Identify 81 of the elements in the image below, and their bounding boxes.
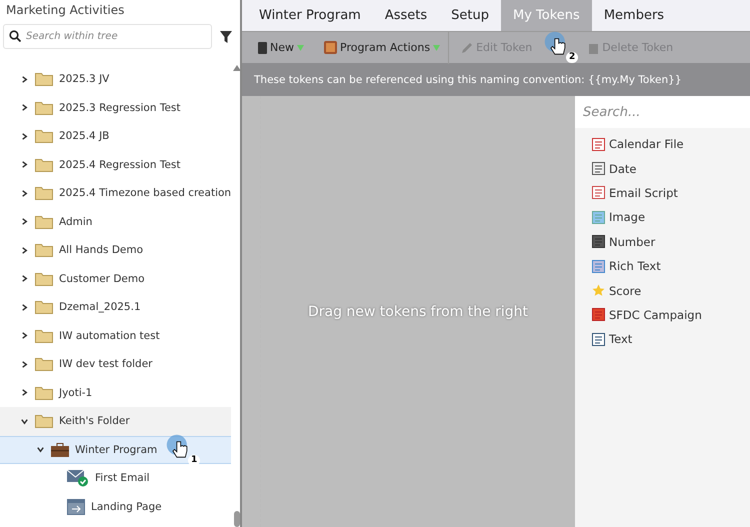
date-token-icon [592, 162, 605, 176]
filter-icon[interactable] [220, 30, 232, 42]
folder-icon [35, 100, 53, 115]
tab[interactable]: Winter Program [247, 0, 373, 31]
landing-page-icon [67, 498, 85, 515]
token-type-item[interactable]: Email Script [575, 180, 750, 206]
chevron-right-icon[interactable] [20, 160, 29, 170]
token-type-item[interactable]: Calendar File [575, 132, 750, 156]
star-icon [592, 284, 605, 298]
tree-item[interactable]: 2025.3 JV [0, 65, 232, 94]
token-type-item[interactable]: Text [575, 327, 750, 352]
search-field[interactable]: Search within tree [3, 24, 212, 49]
chevron-right-icon[interactable] [20, 132, 29, 141]
trash-icon [588, 42, 600, 54]
sfdc-token-icon [592, 308, 605, 322]
token-type-item[interactable]: Date [575, 156, 750, 181]
info-banner: These tokens can be referenced using this naming convention: {{my.My Token}} [242, 63, 750, 96]
folder-icon [35, 243, 53, 258]
chevron-right-icon[interactable] [20, 217, 29, 226]
token-type-item[interactable]: Score [575, 278, 750, 303]
calendar-token-icon [592, 138, 605, 151]
chevron-down-icon[interactable] [20, 416, 29, 426]
folder-icon [35, 186, 53, 200]
tab[interactable]: Assets [372, 0, 440, 31]
tab[interactable]: Setup [439, 0, 501, 31]
briefcase-icon [51, 442, 69, 457]
search-icon [9, 30, 21, 42]
tree-item[interactable]: 2025.4 Regression Test [0, 150, 232, 179]
folder-icon [35, 129, 53, 144]
folder-icon [35, 328, 53, 343]
folder-icon [35, 300, 53, 314]
tree-item[interactable]: 2025.4 JB [0, 122, 232, 150]
scrollbar-thumb[interactable] [234, 511, 240, 527]
tree-item[interactable]: Admin [0, 208, 232, 236]
tree-item[interactable]: Landing Page [0, 492, 232, 521]
image-token-icon [592, 210, 605, 224]
script-token-icon [592, 186, 605, 200]
tree-item[interactable]: Customer Demo [0, 264, 232, 293]
folder-icon [35, 414, 53, 428]
tree-item[interactable]: All Hands Demo [0, 236, 232, 264]
tab[interactable]: Members [592, 0, 676, 31]
folder-icon [35, 158, 53, 172]
search-field[interactable]: Search... [575, 96, 750, 128]
chevron-right-icon[interactable] [20, 188, 29, 198]
text-token-icon [592, 332, 605, 346]
chevron-down-icon[interactable] [36, 445, 45, 454]
chevron-right-icon[interactable] [20, 274, 29, 284]
tree-item[interactable]: IW automation test [0, 322, 232, 350]
toolbar-button[interactable]: New [250, 41, 312, 54]
tree-item[interactable]: 2025.4 Timezone based creation [0, 179, 232, 208]
number-token-icon [592, 235, 605, 248]
tree-item[interactable]: Dzemal_2025.1 [0, 293, 232, 322]
book-icon [324, 41, 337, 54]
folder-icon [35, 272, 53, 286]
folder-icon [35, 214, 53, 229]
tree-item[interactable]: IW dev test folder [0, 350, 232, 378]
chevron-right-icon[interactable] [20, 74, 29, 84]
folder-icon [35, 72, 53, 86]
richtext-token-icon [592, 260, 605, 273]
chevron-right-icon[interactable] [20, 331, 29, 340]
tree-item[interactable]: Winter Program 1 [0, 436, 232, 464]
token-type-item[interactable]: SFDC Campaign [575, 302, 750, 328]
folder-icon [35, 386, 53, 400]
email-approved-icon [67, 469, 89, 488]
document-icon [258, 42, 267, 54]
chevron-right-icon[interactable] [20, 103, 29, 112]
scroll-up-icon[interactable] [233, 65, 240, 71]
chevron-right-icon[interactable] [20, 388, 29, 398]
tree-item[interactable]: 2025.3 Regression Test [0, 94, 232, 122]
tree-item[interactable]: Keith's Folder [0, 407, 232, 436]
chevron-right-icon[interactable] [20, 360, 29, 369]
pencil-icon [461, 42, 474, 54]
folder-icon [35, 357, 53, 372]
token-type-item[interactable]: Image [575, 205, 750, 230]
token-type-item[interactable]: Rich Text [575, 254, 750, 278]
panel-title: Marketing Activities [5, 2, 126, 19]
tree-item[interactable]: Jyoti-1 [0, 378, 232, 407]
drop-zone-hint: Drag new tokens from the right [308, 304, 528, 320]
chevron-right-icon[interactable] [20, 302, 29, 312]
chevron-right-icon[interactable] [20, 246, 29, 255]
token-type-item[interactable]: Number [575, 230, 750, 254]
